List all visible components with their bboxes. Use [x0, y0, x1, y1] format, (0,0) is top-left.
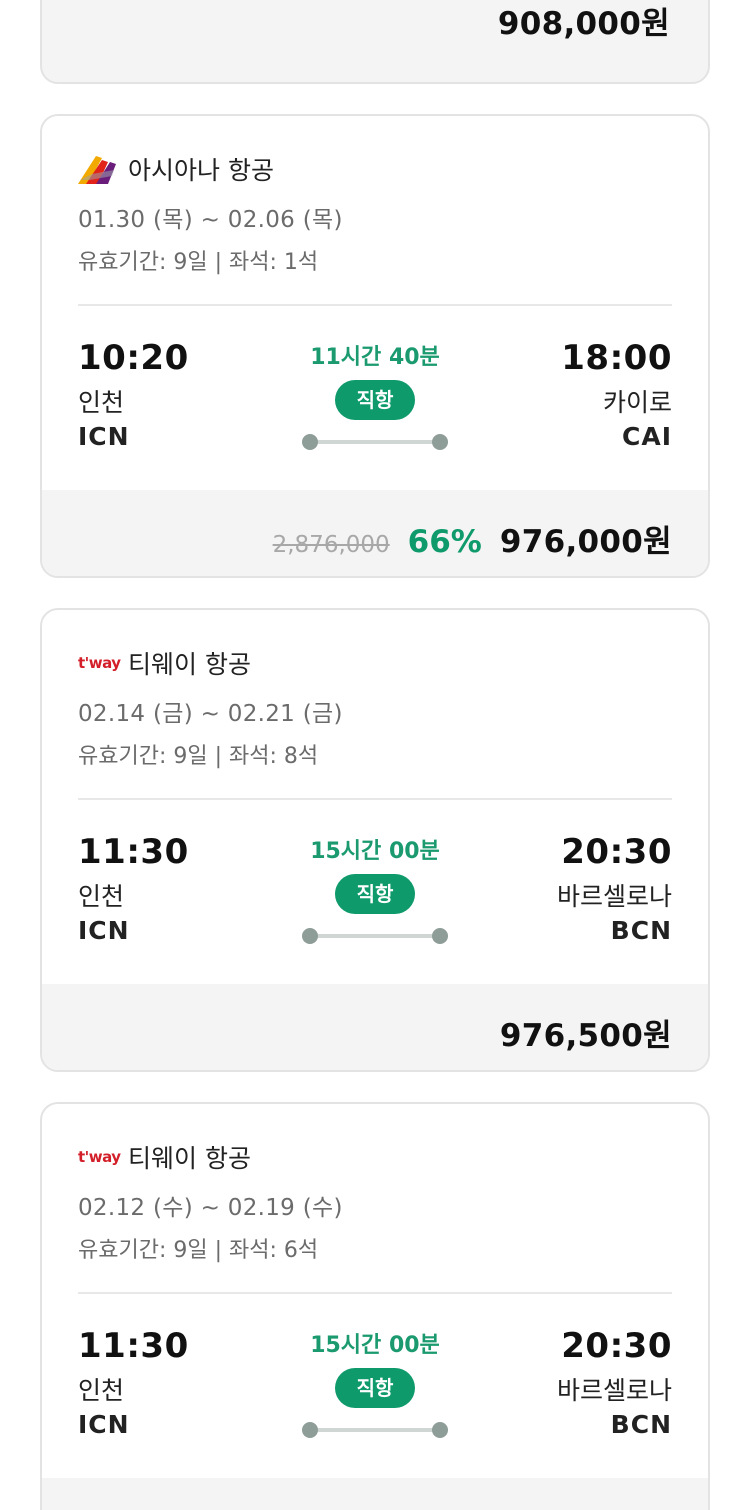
- direct-badge: 직항: [335, 874, 415, 914]
- validity-seats: 유효기간: 9일 | 좌석: 8석: [78, 744, 319, 769]
- route-track: [302, 434, 448, 450]
- flight-card[interactable]: 908,000원: [40, 0, 710, 84]
- departure-code: ICN: [78, 916, 130, 945]
- arrival: 18:00 카이로 CAI: [561, 338, 672, 452]
- flight-route: 10:20 인천 ICN 11시간 40분 직항 18:00 카이로 CAI: [78, 306, 672, 490]
- airline-row: t'way 티웨이 항공: [78, 646, 672, 680]
- price: 976,000원: [499, 524, 672, 560]
- departure: 11:30 인천 ICN: [78, 1326, 189, 1440]
- arrival-city: 바르셀로나: [556, 882, 672, 911]
- departure-time: 10:20: [78, 338, 189, 378]
- flight-card[interactable]: t'way 티웨이 항공 02.14 (금) ~ 02.21 (금) 유효기간:…: [40, 608, 710, 1072]
- asiana-logo-icon: [78, 152, 118, 186]
- arrival-time: 18:00: [561, 338, 672, 378]
- flight-duration: 15시간 00분: [310, 839, 440, 864]
- departure-city: 인천: [78, 1376, 125, 1405]
- airline-name: 티웨이 항공: [128, 1144, 251, 1173]
- tway-logo-icon: t'way: [78, 654, 121, 672]
- route-info: 15시간 00분 직항: [275, 838, 475, 944]
- departure: 11:30 인천 ICN: [78, 832, 189, 946]
- travel-dates: 02.14 (금) ~ 02.21 (금): [78, 701, 343, 727]
- tway-logo-icon: t'way: [78, 1148, 121, 1166]
- flight-route: 11:30 인천 ICN 15시간 00분 직항 20:30 바르셀로나 BCN: [78, 1294, 672, 1478]
- price-row: 2,876,000 66% 976,000원: [273, 516, 672, 561]
- destination-dot-icon: [432, 1422, 448, 1438]
- departure-code: ICN: [78, 1410, 130, 1439]
- price: 976,500원: [499, 1018, 672, 1054]
- departure-code: ICN: [78, 422, 130, 451]
- route-info: 11시간 40분 직항: [275, 344, 475, 450]
- destination-dot-icon: [432, 434, 448, 450]
- route-track: [302, 1422, 448, 1438]
- price-row: 908,000원: [498, 0, 670, 58]
- price: 908,000원: [497, 6, 670, 42]
- departure-time: 11:30: [78, 832, 189, 872]
- validity-seats: 유효기간: 9일 | 좌석: 6석: [78, 1238, 319, 1263]
- travel-dates: 02.12 (수) ~ 02.19 (수): [78, 1195, 343, 1221]
- departure-city: 인천: [78, 882, 125, 911]
- arrival-code: BCN: [610, 1410, 672, 1439]
- airline-row: 아시아나 항공: [78, 152, 672, 186]
- discount-rate: 66%: [407, 524, 482, 560]
- origin-dot-icon: [302, 434, 318, 450]
- departure-city: 인천: [78, 388, 125, 417]
- arrival-time: 20:30: [561, 1326, 672, 1366]
- direct-badge: 직항: [335, 1368, 415, 1408]
- departure: 10:20 인천 ICN: [78, 338, 189, 452]
- price-footer: [42, 1478, 708, 1510]
- airline-name: 티웨이 항공: [128, 650, 251, 679]
- flight-route: 11:30 인천 ICN 15시간 00분 직항 20:30 바르셀로나 BCN: [78, 800, 672, 984]
- arrival-city: 카이로: [602, 388, 672, 417]
- origin-dot-icon: [302, 1422, 318, 1438]
- price-footer: 976,500원: [42, 984, 708, 1070]
- departure-time: 11:30: [78, 1326, 189, 1366]
- route-track: [302, 928, 448, 944]
- arrival-city: 바르셀로나: [556, 1376, 672, 1405]
- travel-dates: 01.30 (목) ~ 02.06 (목): [78, 207, 343, 233]
- flight-duration: 11시간 40분: [310, 345, 440, 370]
- direct-badge: 직항: [335, 380, 415, 420]
- airline-row: t'way 티웨이 항공: [78, 1140, 672, 1174]
- arrival-code: BCN: [610, 916, 672, 945]
- price-row: 976,500원: [500, 1010, 672, 1055]
- flight-card[interactable]: t'way 티웨이 항공 02.12 (수) ~ 02.19 (수) 유효기간:…: [40, 1102, 710, 1510]
- route-info: 15시간 00분 직항: [275, 1332, 475, 1438]
- airline-name: 아시아나 항공: [128, 156, 274, 185]
- arrival-time: 20:30: [561, 832, 672, 872]
- flight-duration: 15시간 00분: [310, 1333, 440, 1358]
- destination-dot-icon: [432, 928, 448, 944]
- price-footer: 2,876,000 66% 976,000원: [42, 490, 708, 576]
- arrival: 20:30 바르셀로나 BCN: [557, 1326, 672, 1440]
- original-price: 2,876,000: [272, 532, 390, 558]
- validity-seats: 유효기간: 9일 | 좌석: 1석: [78, 250, 319, 275]
- arrival-code: CAI: [622, 422, 672, 451]
- flight-card[interactable]: 아시아나 항공 01.30 (목) ~ 02.06 (목) 유효기간: 9일 |…: [40, 114, 710, 578]
- flight-card-body: t'way 티웨이 항공 02.12 (수) ~ 02.19 (수) 유효기간:…: [42, 1104, 708, 1478]
- flight-card-body: 아시아나 항공 01.30 (목) ~ 02.06 (목) 유효기간: 9일 |…: [42, 116, 708, 490]
- flight-card-body: t'way 티웨이 항공 02.14 (금) ~ 02.21 (금) 유효기간:…: [42, 610, 708, 984]
- arrival: 20:30 바르셀로나 BCN: [557, 832, 672, 946]
- origin-dot-icon: [302, 928, 318, 944]
- flight-deals-page: 908,000원 아시아나 항공 01.30 (목) ~ 02.06 (목) 유…: [0, 0, 750, 1510]
